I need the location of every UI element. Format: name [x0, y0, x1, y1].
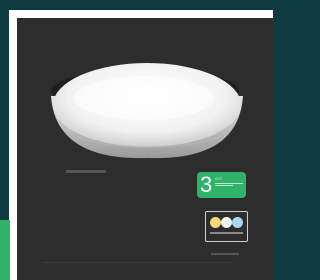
badge-text: CCT: [215, 177, 243, 187]
cct-label-placeholder: [210, 232, 243, 234]
green-accent-bar: [0, 220, 10, 280]
warm-white-dot: [210, 217, 221, 228]
bottom-rule: [42, 262, 232, 263]
badge-line-1: [215, 183, 243, 184]
badge-label: CCT: [215, 177, 223, 181]
warranty-badge: 3 CCT: [197, 172, 246, 198]
cct-dots: [210, 217, 244, 229]
caption-placeholder-right: [211, 253, 239, 255]
cct-color-temperature-icon: [205, 211, 248, 242]
ceiling-light-icon: [51, 63, 243, 159]
badge-line-2: [215, 185, 233, 186]
neutral-white-dot: [221, 217, 232, 228]
ceiling-light-image: [48, 50, 258, 180]
badge-number: 3: [200, 172, 213, 197]
cool-white-dot: [232, 217, 243, 228]
caption-placeholder-left: [66, 170, 106, 173]
